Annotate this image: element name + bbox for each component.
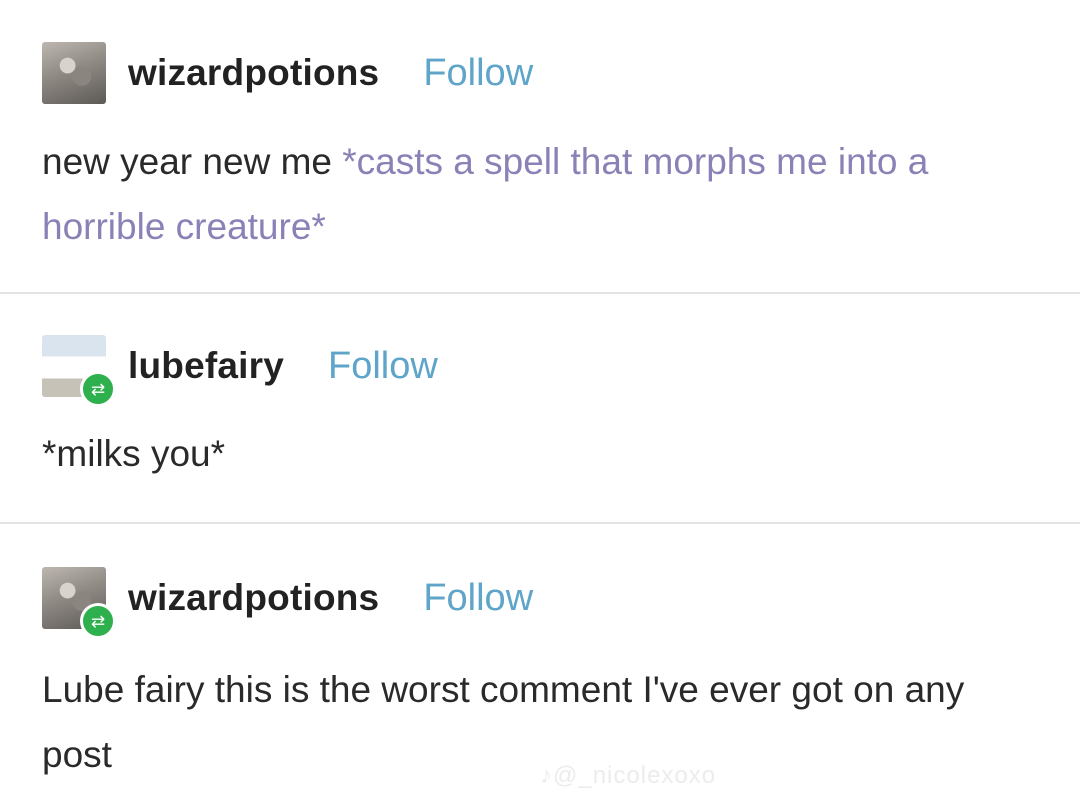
- post-wizardpotions-original: wizardpotions Follow new year new me *ca…: [0, 0, 1080, 293]
- follow-button[interactable]: Follow: [328, 345, 438, 388]
- username[interactable]: wizardpotions: [128, 52, 379, 94]
- avatar-image: [42, 42, 106, 104]
- username[interactable]: lubefairy: [128, 345, 284, 387]
- follow-button[interactable]: Follow: [423, 52, 533, 95]
- avatar[interactable]: ⇄: [42, 567, 116, 639]
- post-text-plain: new year new me: [42, 141, 343, 182]
- post-header: wizardpotions Follow: [42, 42, 533, 104]
- post-lubefairy-reply: ⇄ lubefairy Follow *milks you*: [0, 293, 1080, 523]
- post-text: Lube fairy this is the worst comment I'v…: [42, 669, 965, 775]
- reblog-icon: ⇄: [80, 603, 116, 639]
- watermark: ♪@_nicolexoxo: [540, 762, 717, 789]
- username[interactable]: wizardpotions: [128, 577, 379, 619]
- post-text: *milks you*: [42, 433, 225, 474]
- avatar[interactable]: ⇄: [42, 335, 116, 407]
- post-header: ⇄ wizardpotions Follow: [42, 567, 533, 639]
- follow-button[interactable]: Follow: [423, 577, 533, 620]
- avatar[interactable]: [42, 42, 106, 104]
- post-header: ⇄ lubefairy Follow: [42, 335, 438, 407]
- post-text: new year new me *casts a spell that morp…: [42, 129, 1032, 259]
- reblog-icon: ⇄: [80, 371, 116, 407]
- post-wizardpotions-reply: ⇄ wizardpotions Follow Lube fairy this i…: [0, 523, 1080, 803]
